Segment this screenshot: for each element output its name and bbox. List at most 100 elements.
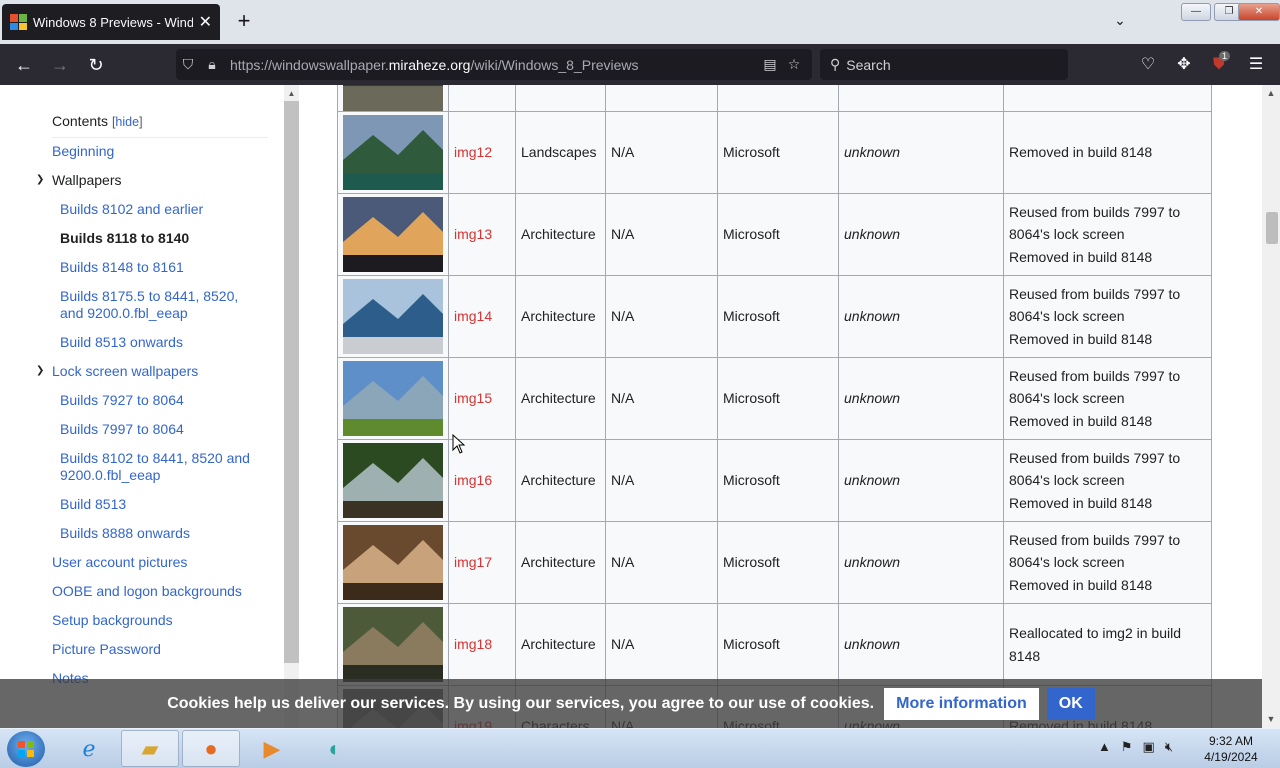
new-tab-button[interactable]: + xyxy=(232,10,256,34)
notes-line: Reused from builds 7997 to xyxy=(1009,285,1181,302)
page-scrollbar-thumb[interactable] xyxy=(1266,212,1278,244)
wallpaper-name-link[interactable]: img16 xyxy=(454,472,492,488)
photographer-cell: unknown xyxy=(838,111,1004,194)
toc-item-build-8513-onwards[interactable]: Build 8513 onwards xyxy=(60,334,260,351)
extension-badge: 1 xyxy=(1219,51,1231,61)
file-explorer-icon[interactable]: ▰ xyxy=(121,730,179,767)
tracking-shield-icon[interactable]: ⛉ xyxy=(176,56,200,73)
action-center-flag-icon[interactable]: ⚑ xyxy=(1121,739,1133,755)
volume-muted-icon[interactable]: 🔇︎ xyxy=(1165,739,1173,755)
page-scrollbar[interactable]: ▲ ▼ xyxy=(1262,85,1280,728)
category-cell: Architecture xyxy=(515,521,606,604)
toc-item-picture-password[interactable]: Picture Password xyxy=(52,641,161,658)
mouse-cursor-icon xyxy=(452,434,466,454)
url-text[interactable]: https://windowswallpaper.miraheze.org/wi… xyxy=(230,57,758,73)
wallpaper-name-link[interactable]: img14 xyxy=(454,308,492,324)
wallpaper-name-link[interactable]: img12 xyxy=(454,144,492,160)
start-button[interactable] xyxy=(7,731,45,767)
photographer-cell: unknown xyxy=(838,193,1004,276)
notes-cell: Reused from builds 7997 to 8064's lock sc… xyxy=(1003,439,1212,522)
wallpaper-name-link[interactable]: img13 xyxy=(454,226,492,242)
chevron-down-icon[interactable]: ❯ xyxy=(36,365,48,376)
scroll-up-arrow-icon[interactable]: ▲ xyxy=(284,87,299,101)
wallpaper-table: img12 Landscapes N/A Microsoft unknown Remove… xyxy=(337,85,1212,728)
notes-line: Removed in build 8148 xyxy=(1009,576,1153,593)
toc-scrollbar[interactable]: ▲ xyxy=(284,85,299,728)
wallpaper-thumbnail[interactable] xyxy=(343,443,443,518)
resolution-cell: N/A xyxy=(605,439,718,522)
table-row: img15 Architecture N/A Microsoft unknown Reus… xyxy=(337,357,1212,440)
toc-item-build-8513[interactable]: Build 8513 xyxy=(60,496,260,513)
extensions-puzzle-icon[interactable]: ✥ xyxy=(1172,53,1196,77)
search-input[interactable]: ⚲ Search xyxy=(820,49,1068,80)
edge-icon[interactable]: ◐ xyxy=(306,730,364,767)
toc-title: Contents [hide] xyxy=(52,113,143,129)
wallpaper-name-link[interactable]: img15 xyxy=(454,390,492,406)
network-icon[interactable]: ▣ xyxy=(1143,739,1155,755)
chevron-down-icon[interactable]: ❯ xyxy=(36,174,48,185)
media-player-icon[interactable]: ▶ xyxy=(243,730,301,767)
toc-item-builds-8118-8140[interactable]: Builds 8118 to 8140 xyxy=(60,230,260,247)
wallpaper-thumbnail[interactable] xyxy=(343,197,443,272)
scroll-down-arrow-icon[interactable]: ▼ xyxy=(1262,711,1280,727)
credit-cell: Microsoft xyxy=(717,521,839,604)
toc-item-user-account-pictures[interactable]: User account pictures xyxy=(52,554,187,571)
toc-item-setup-backgrounds[interactable]: Setup backgrounds xyxy=(52,612,173,629)
bookmark-star-icon[interactable]: ☆ xyxy=(782,56,806,73)
credit-cell: Microsoft xyxy=(717,111,839,194)
cookie-ok-button[interactable]: OK xyxy=(1046,687,1095,720)
table-of-contents: Contents [hide] Beginning ❯ Wallpapers B… xyxy=(0,85,300,728)
search-icon: ⚲ xyxy=(830,56,841,72)
toc-item-builds-8175-8441[interactable]: Builds 8175.5 to 8441, 8520, and 9200.0.… xyxy=(60,288,260,322)
tab-bar: Windows 8 Previews - Windows ✕ + ⌄ — ❐ ✕ xyxy=(0,0,1280,44)
notes-line: 8064's lock screen xyxy=(1009,226,1125,243)
toc-item-builds-8102-earlier[interactable]: Builds 8102 and earlier xyxy=(60,201,260,218)
wallpaper-thumbnail[interactable] xyxy=(343,115,443,190)
wallpaper-name-link[interactable]: img17 xyxy=(454,554,492,570)
toc-item-builds-7997-8064[interactable]: Builds 7997 to 8064 xyxy=(60,421,260,438)
pocket-icon[interactable]: ♡ xyxy=(1136,53,1160,77)
scroll-up-arrow-icon[interactable]: ▲ xyxy=(1262,85,1280,101)
minimize-button[interactable]: — xyxy=(1181,3,1211,21)
wallpaper-thumbnail[interactable] xyxy=(343,279,443,354)
table-row: img12 Landscapes N/A Microsoft unknown Remove… xyxy=(337,111,1212,194)
toc-item-wallpapers[interactable]: Wallpapers xyxy=(52,172,122,189)
reload-icon[interactable]: ↻ xyxy=(83,52,109,78)
wallpaper-thumbnail[interactable] xyxy=(343,607,443,682)
url-bar[interactable]: ⛉ 🔒︎ https://windowswallpaper.miraheze.o… xyxy=(176,49,812,80)
notes-line: 8148 xyxy=(1009,647,1041,664)
toc-item-oobe-logon-backgrounds[interactable]: OOBE and logon backgrounds xyxy=(52,583,242,600)
list-all-tabs-chevron-icon[interactable]: ⌄ xyxy=(1108,12,1132,32)
toc-hide-link[interactable]: hide xyxy=(115,115,139,129)
wallpaper-thumbnail[interactable] xyxy=(343,361,443,436)
internet-explorer-icon[interactable]: ℯ xyxy=(60,730,118,767)
reader-view-icon[interactable]: ▤ xyxy=(758,56,782,73)
clock[interactable]: 9:32 AM 4/19/2024 xyxy=(1196,733,1266,765)
toc-item-builds-8102-8441[interactable]: Builds 8102 to 8441, 8520 and 9200.0.fbl… xyxy=(60,450,260,484)
windows-taskbar: ℯ ▰ ● ▶ ◐ ▲ ⚑ ▣ 🔇︎ 9:32 AM 4/19/2024 xyxy=(0,728,1280,768)
wallpaper-thumbnail[interactable] xyxy=(343,525,443,600)
forward-arrow-icon[interactable]: → xyxy=(47,52,73,78)
toc-item-lock-screen-wallpapers[interactable]: Lock screen wallpapers xyxy=(52,363,198,380)
windows-logo-icon xyxy=(18,741,34,757)
lock-icon[interactable]: 🔒︎ xyxy=(200,56,224,73)
tray-expand-icon[interactable]: ▲ xyxy=(1098,739,1111,755)
toc-item-builds-8148-8161[interactable]: Builds 8148 to 8161 xyxy=(60,259,260,276)
firefox-icon[interactable]: ● xyxy=(182,730,240,767)
tab-close-icon[interactable]: ✕ xyxy=(199,12,212,32)
notes-cell: Reused from builds 7997 to 8064's lock sc… xyxy=(1003,357,1212,440)
close-window-button[interactable]: ✕ xyxy=(1238,3,1280,21)
more-information-button[interactable]: More information xyxy=(884,687,1039,720)
menu-hamburger-icon[interactable]: ☰ xyxy=(1244,53,1268,77)
wallpaper-name-link[interactable]: img18 xyxy=(454,636,492,652)
credit-cell: Microsoft xyxy=(717,439,839,522)
back-arrow-icon[interactable]: ← xyxy=(11,52,37,78)
toc-item-builds-8888-onwards[interactable]: Builds 8888 onwards xyxy=(60,525,260,542)
tab-active[interactable]: Windows 8 Previews - Windows ✕ xyxy=(2,4,220,40)
wallpaper-thumbnail[interactable] xyxy=(343,85,443,111)
notes-line: 8064's lock screen xyxy=(1009,472,1125,489)
toc-scrollbar-thumb[interactable] xyxy=(284,101,299,663)
toc-item-builds-7927-8064[interactable]: Builds 7927 to 8064 xyxy=(60,392,260,409)
toc-item-beginning[interactable]: Beginning xyxy=(52,143,114,160)
category-cell: Architecture xyxy=(515,439,606,522)
